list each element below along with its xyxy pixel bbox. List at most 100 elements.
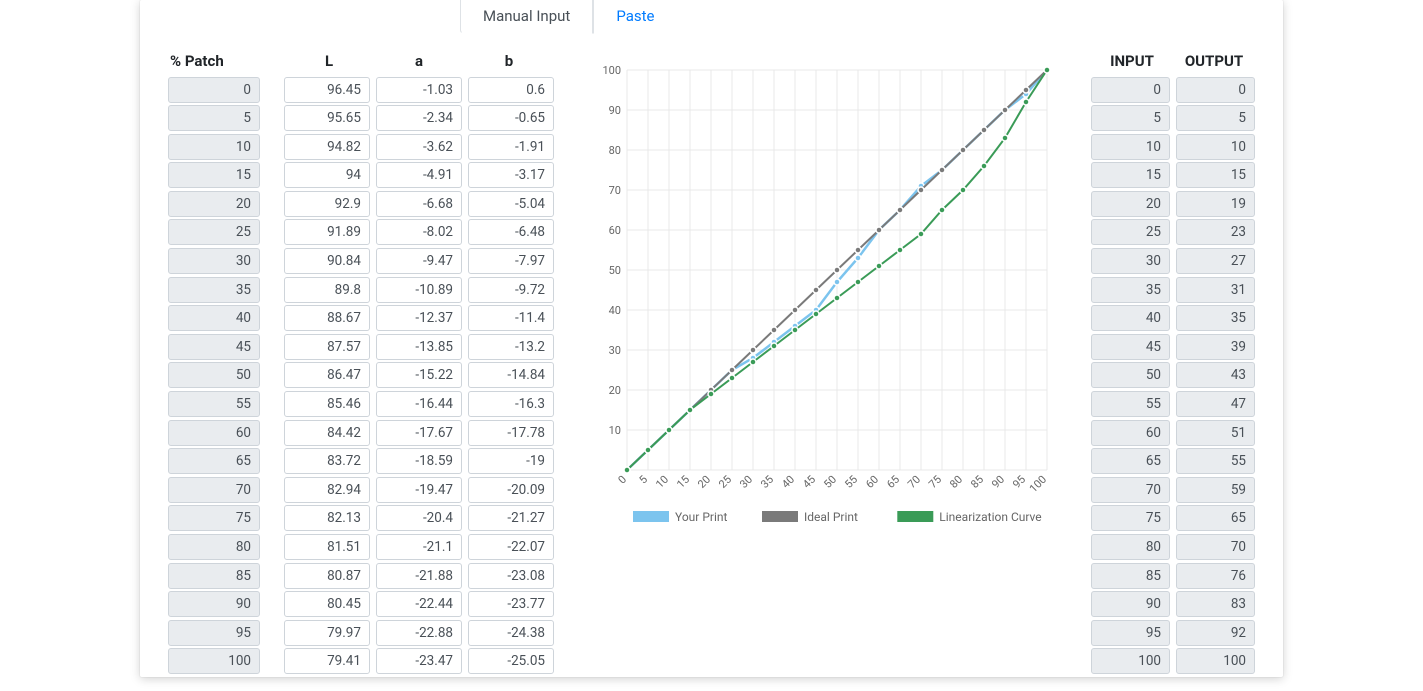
lab-a-input[interactable]: -8.02	[376, 219, 462, 245]
svg-text:30: 30	[737, 473, 755, 491]
lab-l-input[interactable]: 87.57	[284, 334, 370, 360]
svg-text:100: 100	[1026, 473, 1048, 495]
io-out-value: 83	[1176, 591, 1255, 617]
svg-text:80: 80	[947, 473, 965, 491]
lab-b-input[interactable]: -25.05	[468, 648, 554, 674]
lab-b-input[interactable]: -20.09	[468, 477, 554, 503]
lab-b-input[interactable]: -19	[468, 448, 554, 474]
table-row: 86.47-15.22-14.84	[284, 362, 554, 389]
lab-b-input[interactable]: -21.27	[468, 505, 554, 531]
lab-a-input[interactable]: -18.59	[376, 448, 462, 474]
lab-b-input[interactable]: -22.07	[468, 534, 554, 560]
lab-a-input[interactable]: -3.62	[376, 134, 462, 160]
lab-a-input[interactable]: -17.67	[376, 420, 462, 446]
lab-l-input[interactable]: 80.87	[284, 563, 370, 589]
lab-l-input[interactable]: 79.41	[284, 648, 370, 674]
svg-text:60: 60	[863, 473, 881, 491]
lab-b-input[interactable]: 0.6	[468, 77, 554, 103]
lab-b-input[interactable]: -23.08	[468, 563, 554, 589]
io-in-value: 10	[1091, 134, 1170, 160]
svg-text:65: 65	[884, 473, 902, 491]
lab-a-input[interactable]: -9.47	[376, 248, 462, 274]
lab-b-input[interactable]: -16.3	[468, 391, 554, 417]
input-mode-tabs: Manual Input Paste	[460, 0, 677, 34]
svg-text:30: 30	[608, 344, 620, 357]
lab-l-input[interactable]: 84.42	[284, 420, 370, 446]
svg-text:90: 90	[989, 473, 1007, 491]
lab-a-input[interactable]: -10.89	[376, 277, 462, 303]
table-row: 2523	[1091, 219, 1255, 246]
lab-b-input[interactable]: -1.91	[468, 134, 554, 160]
lab-a-input[interactable]: -15.22	[376, 362, 462, 388]
lab-a-input[interactable]: -6.68	[376, 191, 462, 217]
lab-l-input[interactable]: 81.51	[284, 534, 370, 560]
header-b: b	[464, 52, 554, 70]
lab-b-input[interactable]: -0.65	[468, 105, 554, 131]
lab-a-input[interactable]: -22.88	[376, 620, 462, 646]
io-in-value: 65	[1091, 448, 1170, 474]
io-out-value: 23	[1176, 219, 1255, 245]
table-row: 3027	[1091, 248, 1255, 275]
tab-paste[interactable]: Paste	[593, 0, 677, 34]
io-in-value: 45	[1091, 334, 1170, 360]
lab-l-input[interactable]: 95.65	[284, 105, 370, 131]
lab-a-input[interactable]: -2.34	[376, 105, 462, 131]
tab-manual-input[interactable]: Manual Input	[460, 0, 593, 34]
io-out-value: 10	[1176, 134, 1255, 160]
lab-l-input[interactable]: 82.13	[284, 505, 370, 531]
patch-value: 75	[168, 505, 260, 531]
lab-a-input[interactable]: -20.4	[376, 505, 462, 531]
svg-text:10: 10	[608, 424, 620, 437]
lab-b-input[interactable]: -11.4	[468, 305, 554, 331]
lab-b-input[interactable]: -13.2	[468, 334, 554, 360]
io-out-value: 39	[1176, 334, 1255, 360]
lab-a-input[interactable]: -12.37	[376, 305, 462, 331]
lab-a-input[interactable]: -23.47	[376, 648, 462, 674]
lab-a-input[interactable]: -22.44	[376, 591, 462, 617]
lab-b-input[interactable]: -23.77	[468, 591, 554, 617]
lab-a-input[interactable]: -13.85	[376, 334, 462, 360]
lab-l-input[interactable]: 94	[284, 162, 370, 188]
lab-a-input[interactable]: -19.47	[376, 477, 462, 503]
lab-b-input[interactable]: -7.97	[468, 248, 554, 274]
lab-a-input[interactable]: -21.1	[376, 534, 462, 560]
lab-l-input[interactable]: 80.45	[284, 591, 370, 617]
lab-l-input[interactable]: 83.72	[284, 448, 370, 474]
lab-b-input[interactable]: -5.04	[468, 191, 554, 217]
lab-l-input[interactable]: 92.9	[284, 191, 370, 217]
svg-text:60: 60	[608, 224, 620, 237]
lab-a-input[interactable]: -1.03	[376, 77, 462, 103]
svg-text:25: 25	[716, 473, 734, 491]
patch-value: 40	[168, 305, 260, 331]
table-row: 9083	[1091, 591, 1255, 618]
patch-value: 25	[168, 219, 260, 245]
lab-a-input[interactable]: -21.88	[376, 563, 462, 589]
patch-value: 55	[168, 391, 260, 417]
lab-l-input[interactable]: 89.8	[284, 277, 370, 303]
lab-l-input[interactable]: 91.89	[284, 219, 370, 245]
patch-value: 20	[168, 191, 260, 217]
lab-l-input[interactable]: 94.82	[284, 134, 370, 160]
svg-text:80: 80	[608, 144, 620, 157]
lab-b-input[interactable]: -9.72	[468, 277, 554, 303]
lab-b-input[interactable]: -3.17	[468, 162, 554, 188]
table-row: 2019	[1091, 190, 1255, 217]
lab-b-input[interactable]: -6.48	[468, 219, 554, 245]
lab-l-input[interactable]: 82.94	[284, 477, 370, 503]
lab-l-input[interactable]: 86.47	[284, 362, 370, 388]
lab-b-input[interactable]: -17.78	[468, 420, 554, 446]
lab-a-input[interactable]: -16.44	[376, 391, 462, 417]
table-row: 55	[168, 391, 260, 418]
table-row: 00	[1091, 76, 1255, 103]
lab-b-input[interactable]: -14.84	[468, 362, 554, 388]
lab-l-input[interactable]: 96.45	[284, 77, 370, 103]
io-column: INPUT OUTPUT 005510101515201925233027353…	[1091, 52, 1255, 661]
lab-l-input[interactable]: 85.46	[284, 391, 370, 417]
lab-l-input[interactable]: 90.84	[284, 248, 370, 274]
table-row: 9592	[1091, 619, 1255, 646]
lab-b-input[interactable]: -24.38	[468, 620, 554, 646]
legend-label: Linearization Curve	[939, 510, 1041, 524]
lab-a-input[interactable]: -4.91	[376, 162, 462, 188]
lab-l-input[interactable]: 79.97	[284, 620, 370, 646]
lab-l-input[interactable]: 88.67	[284, 305, 370, 331]
